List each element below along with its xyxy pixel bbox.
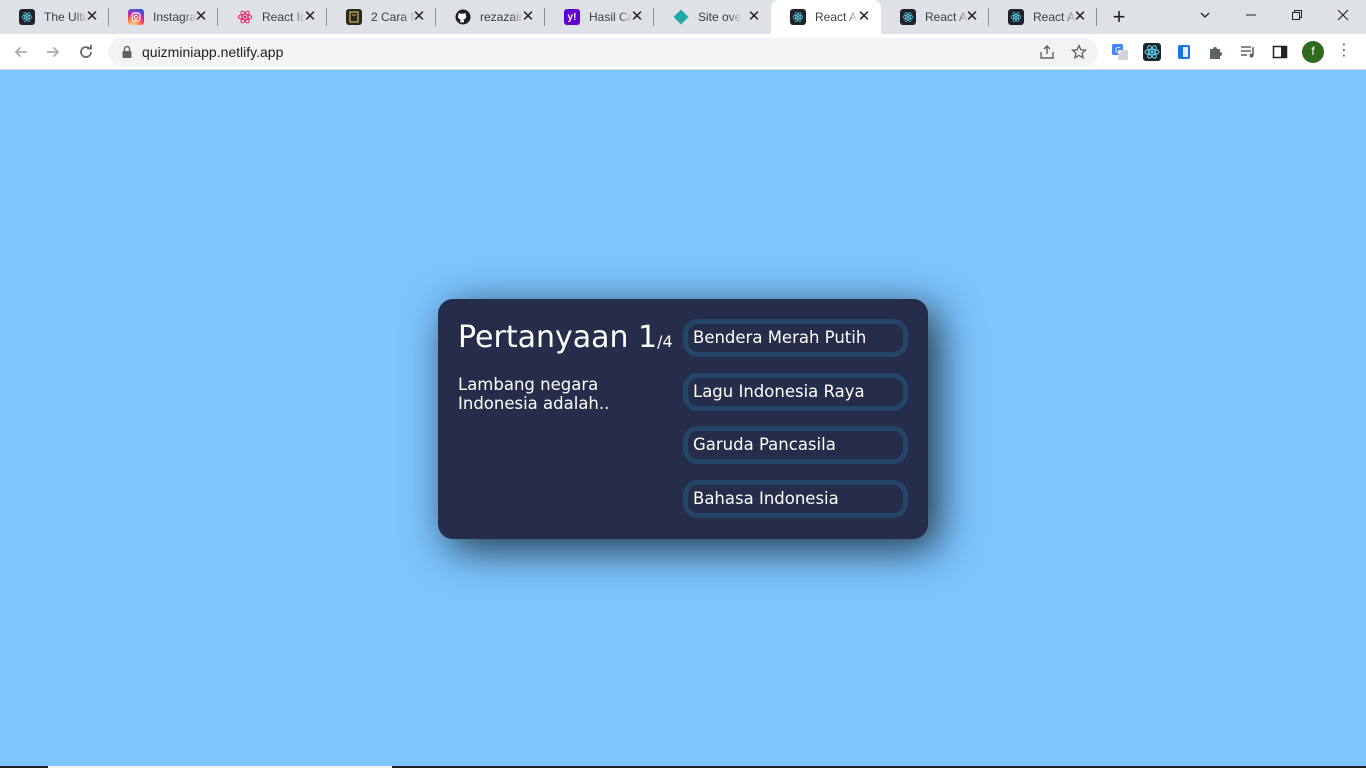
question-total: /4 bbox=[657, 332, 673, 351]
question-text: Lambang negara Indonesia adalah.. bbox=[458, 375, 610, 413]
media-playlist-icon[interactable] bbox=[1239, 43, 1257, 61]
kebab-menu-icon[interactable]: ⋮ bbox=[1336, 42, 1352, 62]
answer-section: Bendera Merah Putih Lagu Indonesia Raya … bbox=[683, 319, 908, 533]
answer-option-2[interactable]: Lagu Indonesia Raya bbox=[683, 372, 908, 411]
extensions-puzzle-icon[interactable] bbox=[1207, 43, 1225, 61]
question-count: Pertanyaan 1/4 bbox=[458, 319, 680, 361]
react-icon bbox=[19, 9, 35, 25]
tab-strip: The Ultir ✕ Instagra ✕ React Ico ✕ 2 Car… bbox=[0, 0, 1366, 34]
svg-text:G: G bbox=[1115, 46, 1121, 55]
google-translate-icon[interactable]: G bbox=[1111, 43, 1129, 61]
question-number: Pertanyaan 1 bbox=[458, 320, 658, 355]
tab-title: React Ap bbox=[815, 10, 859, 24]
react-icon bbox=[1008, 9, 1024, 25]
yahoo-icon: y! bbox=[564, 9, 580, 25]
question-section: Pertanyaan 1/4 Lambang negara Indonesia … bbox=[458, 319, 680, 413]
tab-close-icon[interactable]: ✕ bbox=[964, 9, 980, 25]
browser-toolbar: quizminiapp.netlify.app G f ⋮ bbox=[0, 34, 1366, 70]
browser-tab[interactable]: rezazain ✕ bbox=[436, 0, 545, 34]
url-text: quizminiapp.netlify.app bbox=[142, 44, 284, 60]
page-viewport: Pertanyaan 1/4 Lambang negara Indonesia … bbox=[0, 71, 1366, 766]
profile-avatar[interactable]: f bbox=[1302, 41, 1324, 63]
react-icons-icon bbox=[237, 9, 253, 25]
extension-tablet-icon[interactable] bbox=[1175, 43, 1193, 61]
tab-title: React Ap bbox=[1033, 10, 1077, 24]
book-icon bbox=[346, 9, 362, 25]
answer-option-1[interactable]: Bendera Merah Putih bbox=[683, 319, 908, 357]
browser-tab[interactable]: The Ultir ✕ bbox=[0, 0, 109, 34]
lock-icon[interactable] bbox=[121, 45, 133, 64]
tab-close-icon[interactable]: ✕ bbox=[746, 9, 762, 25]
tab-title: The Ultir bbox=[44, 10, 88, 24]
browser-tab[interactable]: React Ap ✕ bbox=[989, 0, 1097, 34]
tab-close-icon[interactable]: ✕ bbox=[1072, 9, 1088, 25]
reload-icon[interactable] bbox=[75, 41, 97, 63]
close-window-icon[interactable] bbox=[1332, 6, 1354, 28]
browser-tab[interactable]: y! Hasil Car ✕ bbox=[545, 0, 654, 34]
answer-option-4[interactable]: Bahasa Indonesia bbox=[683, 479, 908, 518]
tab-close-icon[interactable]: ✕ bbox=[411, 9, 427, 25]
tab-search-chevron-icon[interactable] bbox=[1194, 6, 1216, 28]
tab-title: React Ap bbox=[925, 10, 969, 24]
tab-title: Hasil Car bbox=[589, 10, 633, 24]
side-panel-icon[interactable] bbox=[1271, 43, 1289, 61]
answer-option-3[interactable]: Garuda Pancasila bbox=[683, 426, 908, 464]
tab-close-icon[interactable]: ✕ bbox=[520, 9, 536, 25]
browser-tab[interactable]: React Ap ✕ bbox=[881, 0, 989, 34]
share-icon[interactable] bbox=[1038, 43, 1056, 61]
tab-close-icon[interactable]: ✕ bbox=[856, 9, 872, 25]
restore-icon[interactable] bbox=[1286, 6, 1308, 28]
quiz-card: Pertanyaan 1/4 Lambang negara Indonesia … bbox=[438, 299, 928, 539]
tab-close-icon[interactable]: ✕ bbox=[302, 9, 318, 25]
react-devtools-icon[interactable] bbox=[1143, 43, 1161, 61]
tab-separator bbox=[1096, 8, 1097, 26]
address-bar[interactable]: quizminiapp.netlify.app bbox=[108, 38, 1098, 66]
tab-close-icon[interactable]: ✕ bbox=[84, 9, 100, 25]
minimize-icon[interactable] bbox=[1240, 6, 1262, 28]
instagram-icon bbox=[128, 9, 144, 25]
tab-title: rezazain bbox=[480, 10, 524, 24]
github-icon bbox=[455, 9, 471, 25]
tab-close-icon[interactable]: ✕ bbox=[193, 9, 209, 25]
tab-title: Instagra bbox=[153, 10, 197, 24]
react-icon bbox=[790, 9, 806, 25]
new-tab-plus-icon[interactable]: + bbox=[1108, 6, 1130, 29]
browser-tab[interactable]: React Ico ✕ bbox=[218, 0, 327, 34]
bookmark-star-icon[interactable] bbox=[1070, 43, 1088, 61]
back-arrow-icon[interactable] bbox=[10, 41, 32, 63]
tab-title: Site over bbox=[698, 10, 742, 24]
tab-close-icon[interactable]: ✕ bbox=[629, 9, 645, 25]
netlify-icon bbox=[673, 9, 689, 25]
tab-title: 2 Cara M bbox=[371, 10, 415, 24]
browser-tab-active[interactable]: React Ap ✕ bbox=[771, 0, 881, 34]
browser-tab[interactable]: Instagra ✕ bbox=[109, 0, 218, 34]
react-icon bbox=[900, 9, 916, 25]
tab-title: React Ico bbox=[262, 10, 306, 24]
browser-tab[interactable]: 2 Cara M ✕ bbox=[327, 0, 436, 34]
forward-arrow-icon[interactable] bbox=[42, 41, 64, 63]
browser-tab[interactable]: Site over ✕ bbox=[654, 0, 771, 34]
